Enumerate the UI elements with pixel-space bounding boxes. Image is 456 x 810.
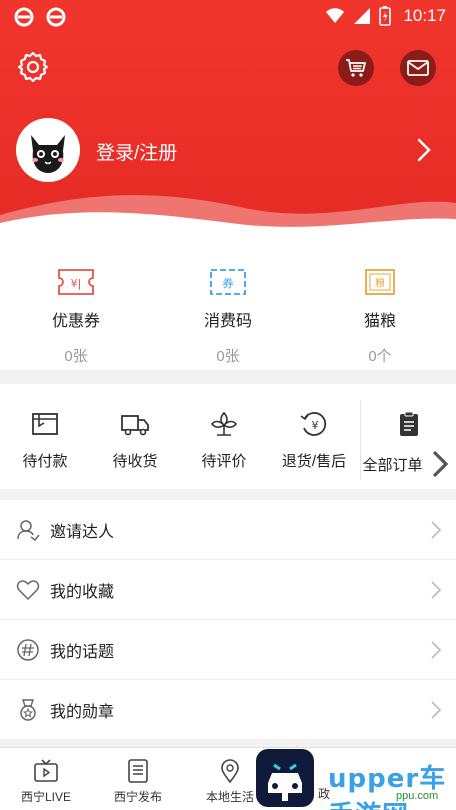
shopping-cart-button[interactable] bbox=[338, 50, 374, 86]
status-time: 10:17 bbox=[403, 6, 446, 25]
status-bar: 10:17 bbox=[0, 0, 456, 34]
order-pending-receipt[interactable]: 待收货 bbox=[90, 384, 180, 489]
chevron-right-icon bbox=[432, 450, 448, 478]
person-invite-icon bbox=[17, 519, 40, 541]
mail-icon bbox=[407, 60, 429, 76]
wifi-icon bbox=[326, 8, 345, 23]
wallet-icon bbox=[32, 413, 58, 435]
settings-button[interactable] bbox=[16, 50, 52, 86]
nav-xining-release[interactable]: 西宁发布 bbox=[92, 748, 184, 810]
svg-text:券: 券 bbox=[223, 276, 234, 290]
orders-row: 待付款 待收货 待评价 ¥ 退货/售后 全部订单 bbox=[0, 384, 456, 489]
watermark-sub: ppu.com bbox=[396, 790, 439, 802]
battery-icon bbox=[379, 6, 392, 26]
asset-label: 猫粮 bbox=[363, 313, 396, 330]
profile-header: 10:17 登录/注册 bbox=[0, 0, 456, 245]
svg-text:粮: 粮 bbox=[375, 277, 385, 290]
order-label: 待付款 bbox=[22, 453, 68, 470]
watermark-logo: upper车手游网 bbox=[328, 764, 447, 810]
menu-item-favorites[interactable]: 我的收藏 bbox=[0, 560, 456, 620]
cat-food-icon: 粮 bbox=[365, 269, 395, 295]
chevron-right-icon bbox=[431, 521, 442, 539]
asset-value: 0个 bbox=[368, 348, 392, 365]
messages-button[interactable] bbox=[400, 50, 436, 86]
voucher-code-icon: 券 bbox=[210, 269, 246, 295]
car-logo-icon bbox=[268, 763, 302, 801]
asset-label: 优惠券 bbox=[51, 313, 100, 330]
app-notification-icon bbox=[14, 7, 34, 27]
menu-label: 我的收藏 bbox=[50, 583, 115, 601]
order-label: 全部订单 bbox=[362, 456, 423, 474]
order-all-label: 全部订单 bbox=[362, 450, 454, 478]
order-all[interactable]: 全部订单 bbox=[360, 400, 456, 480]
assets-row: ¥| 优惠券 0张 券 消费码 0张 粮 猫粮 0个 bbox=[0, 245, 456, 370]
order-label: 待评价 bbox=[201, 453, 247, 470]
asset-value: 0张 bbox=[216, 348, 240, 365]
menu-label: 我的勋章 bbox=[50, 703, 115, 721]
nav-label: 西宁LIVE bbox=[20, 790, 72, 804]
order-label: 退货/售后 bbox=[281, 453, 347, 470]
tv-icon bbox=[34, 759, 58, 782]
heart-icon bbox=[16, 579, 40, 600]
order-label: 待收货 bbox=[112, 453, 158, 470]
svg-text:¥: ¥ bbox=[312, 419, 319, 432]
location-icon bbox=[221, 759, 239, 784]
login-register-link[interactable]: 登录/注册 bbox=[96, 138, 177, 165]
medal-icon bbox=[20, 698, 36, 721]
menu-item-medals[interactable]: 我的勋章 bbox=[0, 680, 456, 740]
menu-list: 邀请达人 我的收藏 我的话题 我的勋章 bbox=[0, 500, 456, 740]
asset-label: 消费码 bbox=[203, 313, 252, 330]
truck-icon bbox=[121, 415, 149, 436]
chevron-right-icon bbox=[431, 641, 442, 659]
chevron-right-icon bbox=[431, 701, 442, 719]
cart-icon bbox=[346, 59, 366, 77]
menu-item-topics[interactable]: 我的话题 bbox=[0, 620, 456, 680]
asset-cat-food[interactable]: 粮 猫粮 0个 bbox=[304, 245, 456, 370]
clipboard-icon bbox=[399, 411, 418, 436]
menu-label: 邀请达人 bbox=[50, 523, 115, 541]
nav-label: 西宁发布 bbox=[113, 790, 162, 804]
coupon-icon: ¥| bbox=[58, 269, 94, 295]
hashtag-icon bbox=[17, 638, 39, 661]
gear-icon bbox=[17, 51, 49, 83]
menu-label: 我的话题 bbox=[50, 643, 115, 661]
avatar[interactable] bbox=[16, 118, 80, 182]
asset-value: 0张 bbox=[64, 348, 88, 365]
document-icon bbox=[128, 759, 148, 783]
cat-avatar-icon bbox=[19, 121, 77, 179]
app-logo-overlay bbox=[256, 749, 314, 807]
chevron-right-icon bbox=[431, 581, 442, 599]
flower-icon bbox=[211, 411, 237, 436]
signal-icon bbox=[354, 8, 371, 24]
header-wave bbox=[0, 195, 456, 245]
refund-icon: ¥ bbox=[300, 412, 327, 436]
order-pending-payment[interactable]: 待付款 bbox=[0, 384, 90, 489]
svg-text:¥|: ¥| bbox=[71, 277, 82, 290]
asset-coupon[interactable]: ¥| 优惠券 0张 bbox=[0, 245, 152, 370]
app-notification-icon bbox=[46, 7, 66, 27]
asset-voucher-code[interactable]: 券 消费码 0张 bbox=[152, 245, 304, 370]
order-pending-review[interactable]: 待评价 bbox=[180, 384, 268, 489]
chevron-right-icon[interactable] bbox=[413, 136, 435, 164]
order-refund-after-sales[interactable]: ¥ 退货/售后 bbox=[268, 384, 360, 489]
menu-item-invite[interactable]: 邀请达人 bbox=[0, 500, 456, 560]
nav-xining-live[interactable]: 西宁LIVE bbox=[0, 748, 92, 810]
nav-label: 本地生活 bbox=[205, 790, 254, 804]
